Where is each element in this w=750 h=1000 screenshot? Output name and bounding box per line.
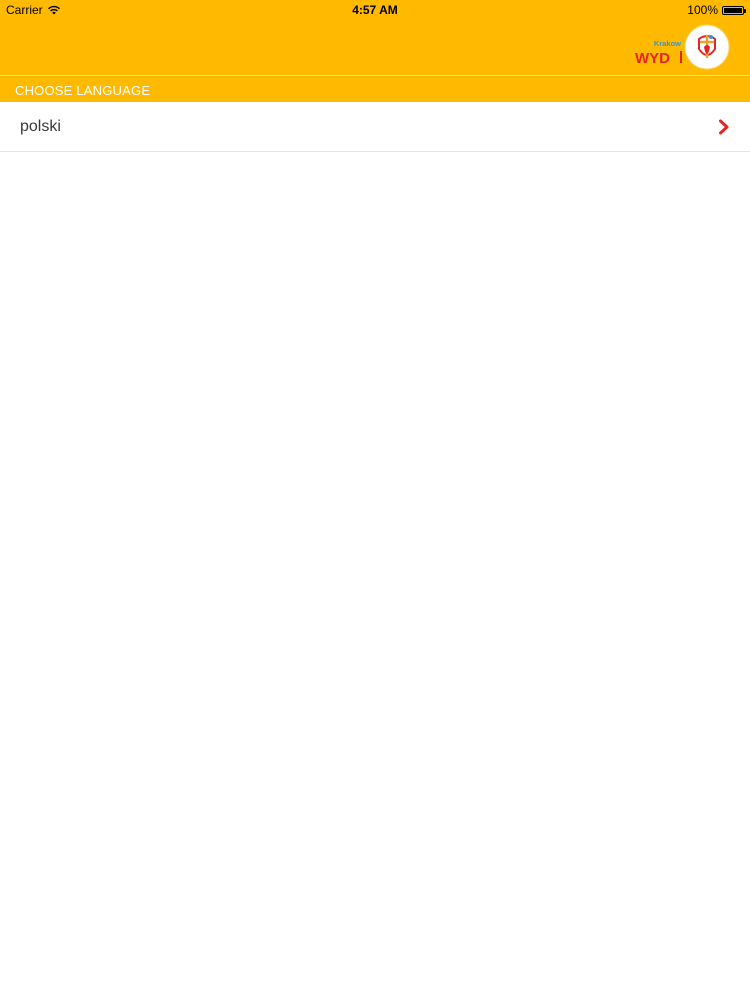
logo-wyd-text: WYD [635, 50, 670, 67]
language-item-polski[interactable]: polski [0, 102, 750, 152]
screen: Carrier 4:57 AM 100% Krakow WYD CHOOSE L… [0, 0, 750, 1000]
battery-fill [724, 7, 742, 13]
battery-icon [722, 5, 746, 15]
status-bar: Carrier 4:57 AM 100% [0, 0, 750, 20]
status-time: 4:57 AM [352, 3, 398, 17]
language-item-label: polski [20, 118, 61, 135]
status-right: 100% [687, 3, 746, 17]
section-title: CHOOSE LANGUAGE [15, 83, 151, 98]
battery-percent: 100% [687, 3, 718, 17]
app-header: Krakow WYD [0, 20, 750, 76]
section-header: CHOOSE LANGUAGE [0, 76, 750, 102]
chevron-right-icon [719, 119, 729, 135]
language-list: polski [0, 102, 750, 152]
wyd-logo: Krakow WYD [635, 24, 730, 70]
logo-city-text: Krakow [654, 39, 681, 48]
